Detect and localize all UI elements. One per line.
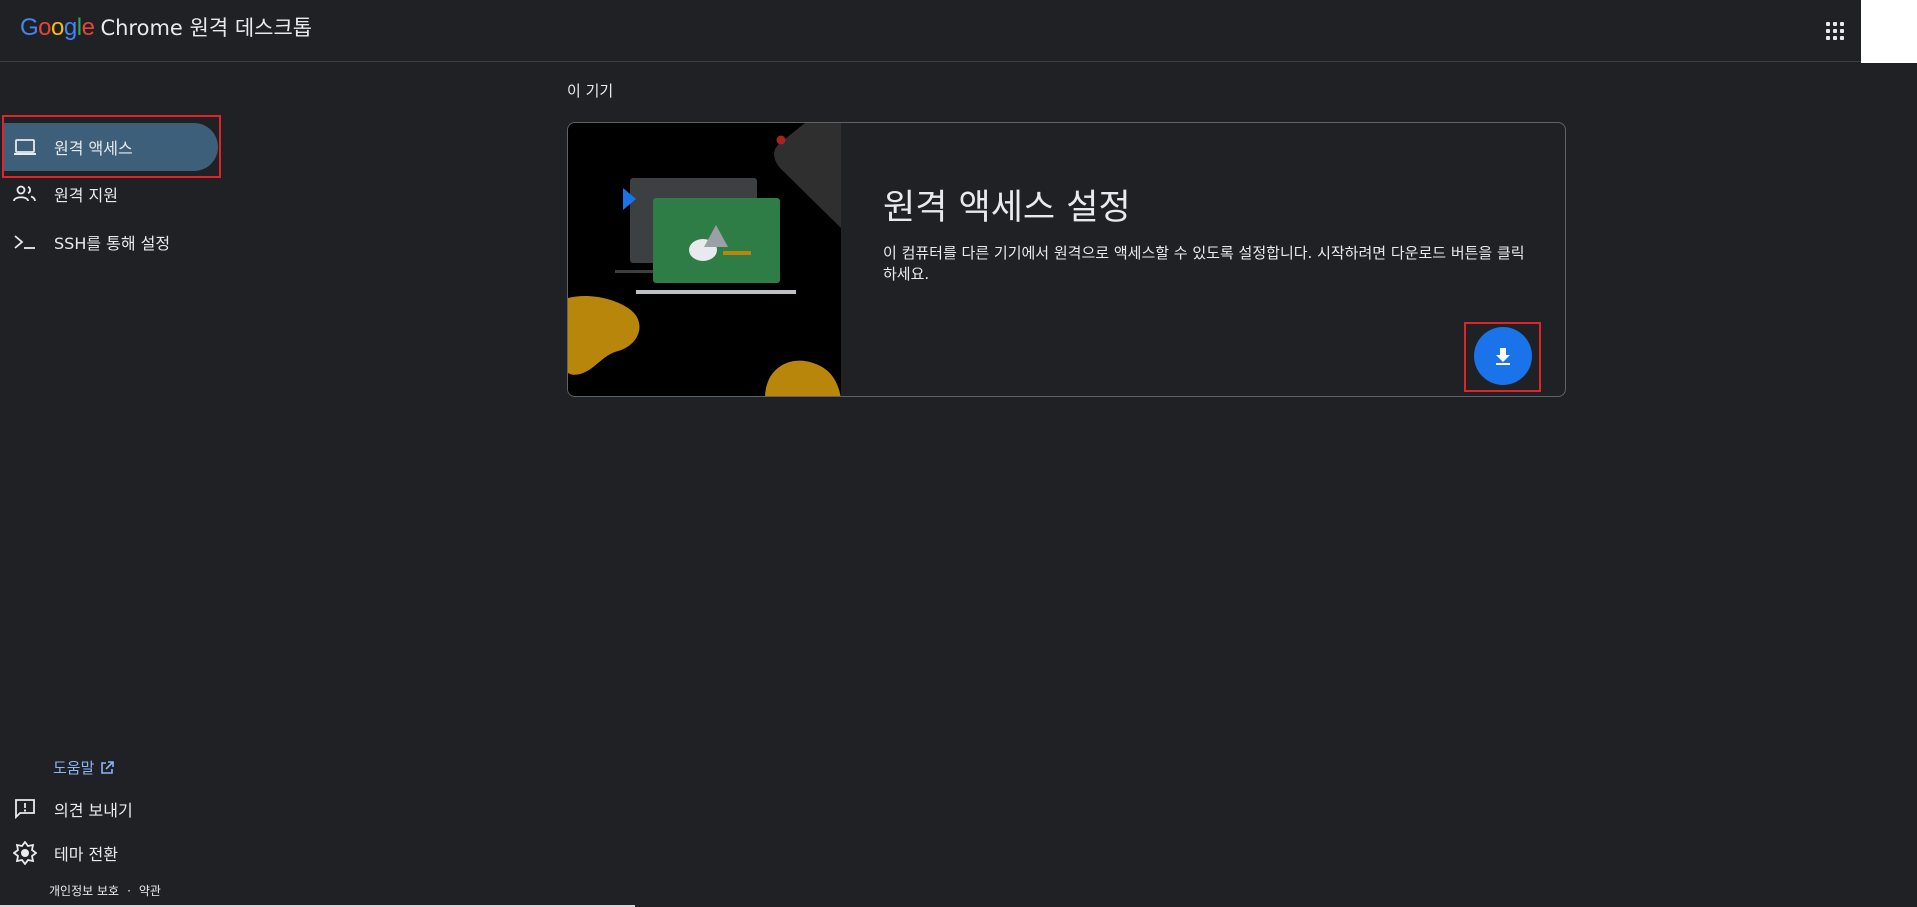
section-label-this-device: 이 기기 xyxy=(567,82,614,100)
laptop-icon xyxy=(12,134,38,160)
brightness-icon xyxy=(12,840,38,866)
sidebar-item-label: 원격 지원 xyxy=(54,186,118,205)
card-title: 원격 액세스 설정 xyxy=(883,188,1131,228)
app-logo[interactable]: Google Chrome 원격 데스크톱 xyxy=(20,12,312,42)
terms-link[interactable]: 약관 xyxy=(139,882,161,899)
card-description: 이 컴퓨터를 다른 기기에서 원격으로 액세스할 수 있도록 설정합니다. 시작… xyxy=(883,244,1525,283)
setup-illustration xyxy=(568,123,841,396)
toggle-theme-button[interactable]: 테마 전환 xyxy=(0,836,118,870)
top-app-bar: Google Chrome 원격 데스크톱 xyxy=(0,0,1917,62)
help-link-label: 도움말 xyxy=(53,759,95,777)
feedback-icon xyxy=(12,796,38,822)
feedback-label: 의견 보내기 xyxy=(54,801,133,820)
sidebar-item-ssh-setup[interactable]: SSH를 통해 설정 xyxy=(0,219,170,265)
blank-overlay xyxy=(1861,0,1917,63)
sidebar-item-label: SSH를 통해 설정 xyxy=(54,234,171,253)
privacy-link[interactable]: 개인정보 보호 xyxy=(49,882,119,899)
help-link[interactable]: 도움말 xyxy=(53,757,115,778)
sidebar-item-remote-support[interactable]: 원격 지원 xyxy=(0,171,118,217)
footer-separator: · xyxy=(127,883,131,898)
download-icon xyxy=(1496,348,1510,365)
footer-links: 개인정보 보호 · 약관 xyxy=(49,882,161,899)
theme-label: 테마 전환 xyxy=(54,845,118,864)
remote-access-setup-card: 원격 액세스 설정 이 컴퓨터를 다른 기기에서 원격으로 액세스할 수 있도록… xyxy=(567,122,1566,397)
sidebar-item-remote-access[interactable]: 원격 액세스 xyxy=(4,123,218,171)
sidebar-item-label: 원격 액세스 xyxy=(54,139,133,158)
google-wordmark: Google xyxy=(20,14,95,41)
terminal-icon xyxy=(12,229,38,255)
product-name: Chrome 원격 데스크톱 xyxy=(100,16,313,40)
open-in-new-icon xyxy=(101,760,115,774)
people-icon xyxy=(12,181,38,207)
download-button[interactable] xyxy=(1474,327,1532,385)
send-feedback-button[interactable]: 의견 보내기 xyxy=(0,792,133,826)
apps-grid-icon[interactable] xyxy=(1824,20,1850,46)
